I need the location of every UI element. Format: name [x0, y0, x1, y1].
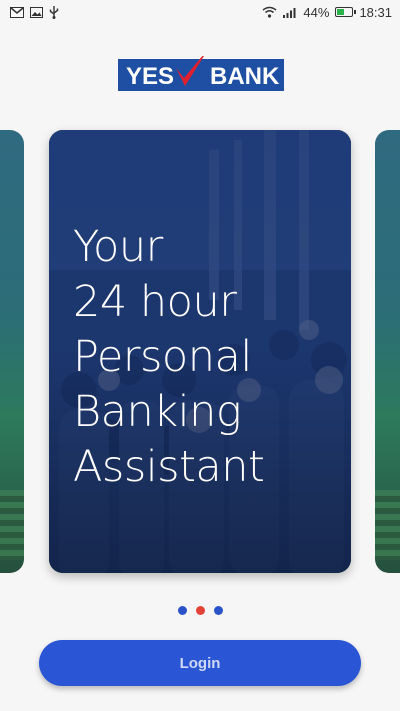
signal-icon [283, 7, 297, 18]
usb-icon [49, 5, 59, 19]
carousel-card-previous[interactable] [0, 130, 24, 573]
status-bar: 44% 18:31 [0, 0, 400, 24]
page-dot-active[interactable] [195, 606, 205, 615]
status-right: 44% 18:31 [262, 5, 392, 20]
logo-text-left: YES [126, 63, 174, 90]
headline-line: 24 hour [73, 277, 237, 327]
page-dot[interactable] [213, 606, 223, 615]
image-icon [30, 6, 43, 18]
yes-bank-logo: YES BANK [118, 48, 284, 92]
page-dot[interactable] [177, 606, 187, 615]
battery-icon [335, 7, 357, 17]
status-left [10, 5, 59, 19]
carousel-page-indicator [0, 606, 400, 615]
headline-line: Banking [73, 387, 242, 437]
logo-text-right: BANK [210, 63, 280, 90]
gmail-icon [10, 6, 24, 18]
carousel-card-next[interactable] [375, 130, 400, 573]
headline-line: Assistant [73, 442, 265, 492]
headline-line: Personal [73, 332, 252, 382]
battery-percent: 44% [303, 4, 330, 20]
headline-line: Your [73, 222, 163, 272]
carousel-card-current[interactable]: Your 24 hour Personal Banking Assistant [49, 130, 351, 573]
carousel-headline: Your 24 hour Personal Banking Assistant [73, 220, 343, 495]
screen: 44% 18:31 YES BANK Your 24 hour Personal… [0, 0, 400, 711]
clock: 18:31 [359, 4, 392, 20]
login-button[interactable]: Login [39, 640, 361, 686]
wifi-icon [262, 6, 277, 18]
